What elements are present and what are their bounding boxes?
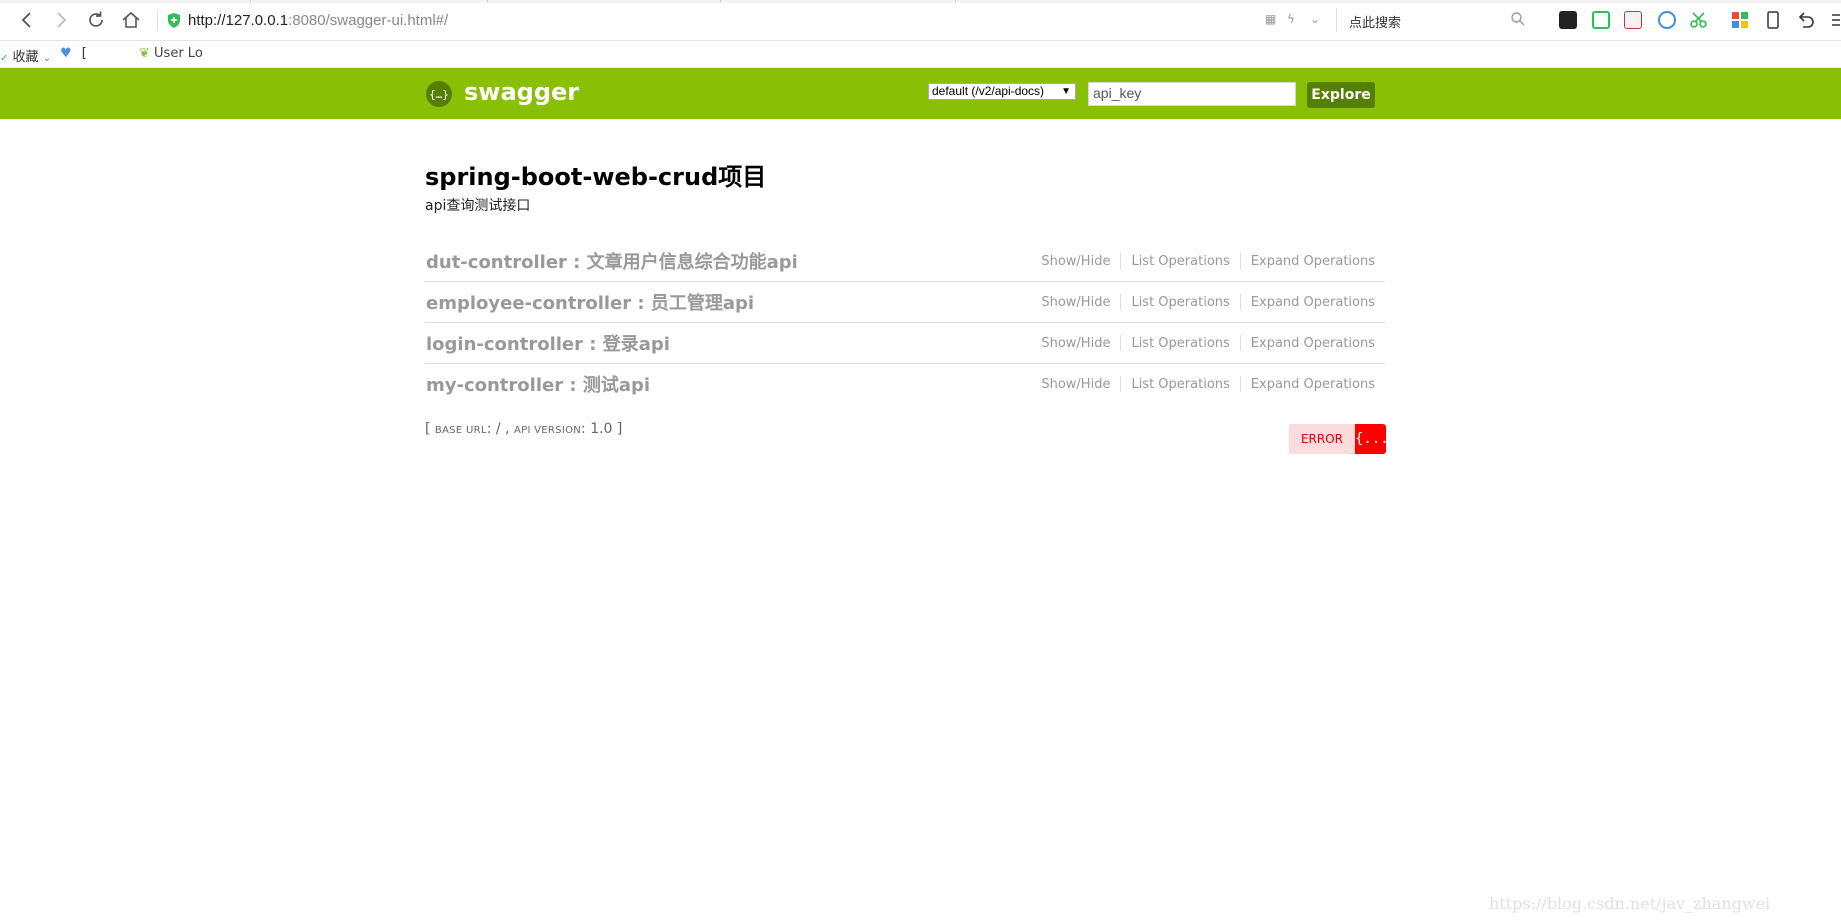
reload-button[interactable] — [85, 9, 107, 31]
api-info-footer: [ base url: / , api version: 1.0 ] — [425, 421, 622, 437]
chevron-down-icon[interactable]: ⌄ — [1310, 12, 1320, 26]
divider — [1239, 294, 1241, 310]
watermark: https://blog.csdn.net/jav_zhangwei — [1489, 894, 1771, 913]
swagger-header: {…} swagger default (/v2/api-docs) ▼ api… — [0, 68, 1841, 119]
expand-operations-link[interactable]: Expand Operations — [1251, 377, 1375, 392]
expand-operations-link[interactable]: Expand Operations — [1251, 254, 1375, 269]
base-url-label: base url — [434, 425, 487, 436]
bookmark-favorites[interactable]: ✓ 收藏 ⌄ — [0, 46, 51, 65]
show-hide-link[interactable]: Show/Hide — [1041, 377, 1110, 392]
home-icon — [122, 11, 140, 28]
base-url-value: : / , — [486, 421, 510, 437]
page-description: api查询测试接口 — [425, 198, 531, 214]
menu-icon[interactable] — [1828, 11, 1840, 29]
expand-operations-link[interactable]: Expand Operations — [1251, 295, 1375, 310]
search-icon[interactable] — [1510, 11, 1526, 27]
bookmark-label: User Lo — [154, 46, 203, 61]
api-version-label: api version — [513, 425, 582, 436]
footer-open-bracket: [ — [425, 421, 431, 437]
show-hide-link[interactable]: Show/Hide — [1041, 295, 1110, 310]
validator-badge[interactable]: ERROR {...} — [1289, 424, 1397, 454]
svg-text:{…}: {…} — [429, 88, 449, 101]
browser-toolbar: http://127.0.0.1:8080/swagger-ui.html#/ … — [0, 0, 1841, 41]
address-bar[interactable]: http://127.0.0.1:8080/swagger-ui.html#/ — [188, 12, 448, 29]
list-operations-link[interactable]: List Operations — [1131, 336, 1229, 351]
leaf-icon: ❦ — [139, 46, 150, 61]
scissors-icon[interactable] — [1690, 11, 1708, 29]
divider — [1239, 376, 1241, 392]
reload-icon — [89, 11, 103, 27]
browser-search-box[interactable]: 点此搜索 — [1336, 8, 1532, 32]
shield-icon — [168, 13, 180, 28]
divider — [1120, 294, 1122, 310]
back-arrow-icon — [21, 12, 31, 28]
list-operations-link[interactable]: List Operations — [1131, 295, 1229, 310]
list-operations-link[interactable]: List Operations — [1131, 377, 1229, 392]
undo-icon[interactable] — [1797, 11, 1815, 29]
api-version-value: : 1.0 — [581, 421, 613, 437]
url-host: http://127.0.0.1 — [188, 12, 289, 29]
resource-employee-controller: employee-controller : 员工管理api Show/Hide … — [425, 281, 1385, 323]
explore-button[interactable]: Explore — [1307, 82, 1375, 108]
tab-strip — [0, 0, 1841, 3]
show-hide-link[interactable]: Show/Hide — [1041, 336, 1110, 351]
book-icon[interactable] — [1592, 11, 1610, 29]
chevron-down-icon: ⌄ — [42, 53, 52, 64]
spec-select[interactable]: default (/v2/api-docs) ▼ — [928, 83, 1076, 100]
address-divider — [157, 10, 158, 31]
divider — [1239, 253, 1241, 269]
calendar-icon[interactable] — [1624, 11, 1642, 29]
divider — [1120, 335, 1122, 351]
braces-icon: {...} — [1355, 424, 1397, 454]
expand-operations-link[interactable]: Expand Operations — [1251, 336, 1375, 351]
bookmark-label: 收藏 — [12, 50, 39, 65]
footer-close-bracket: ] — [616, 421, 623, 437]
validator-error-label: ERROR — [1289, 424, 1355, 454]
show-hide-link[interactable]: Show/Hide — [1041, 254, 1110, 269]
bookmark-label: [ — [81, 46, 87, 61]
page-title: spring-boot-web-crud项目 — [425, 163, 767, 191]
spec-select-value: default (/v2/api-docs) — [932, 84, 1045, 98]
gamepad-icon[interactable] — [1559, 11, 1577, 29]
url-path: :8080/swagger-ui.html#/ — [288, 12, 449, 29]
divider — [1120, 253, 1122, 269]
bookmark-item[interactable]: ❦ User Lo — [139, 46, 203, 61]
resource-my-controller: my-controller : 测试api Show/Hide List Ope… — [425, 363, 1385, 404]
forward-arrow-icon — [57, 12, 67, 28]
star-icon: ✓ — [0, 53, 9, 64]
resource-dut-controller: dut-controller : 文章用户信息综合功能api Show/Hide… — [425, 240, 1385, 282]
back-button[interactable] — [15, 9, 37, 31]
swagger-brand[interactable]: swagger — [464, 78, 579, 106]
forward-button[interactable] — [51, 9, 73, 31]
minus-circle-icon[interactable] — [1658, 11, 1676, 29]
apps-grid-icon[interactable] — [1731, 11, 1749, 29]
resource-login-controller: login-controller : 登录api Show/Hide List … — [425, 322, 1385, 364]
phone-icon[interactable] — [1764, 11, 1782, 29]
heart-icon: ♥ — [60, 46, 72, 61]
resource-name[interactable]: dut-controller : 文章用户信息综合功能api — [426, 248, 798, 274]
lightning-icon[interactable]: ϟ — [1287, 12, 1295, 26]
dropdown-arrow-icon: ▼ — [1061, 86, 1071, 97]
bookmark-item[interactable]: ♥ [ — [60, 46, 87, 61]
api-key-input[interactable]: api_key — [1088, 82, 1296, 106]
list-operations-link[interactable]: List Operations — [1131, 254, 1229, 269]
swagger-logo-icon: {…} — [426, 81, 452, 107]
search-placeholder: 点此搜索 — [1349, 16, 1402, 31]
qr-code-icon[interactable]: ▦ — [1265, 12, 1276, 26]
resource-name[interactable]: login-controller : 登录api — [426, 330, 670, 356]
divider — [1239, 335, 1241, 351]
divider — [1120, 376, 1122, 392]
resource-name[interactable]: my-controller : 测试api — [426, 371, 650, 397]
home-button[interactable] — [120, 9, 142, 31]
bookmarks-bar: ✓ 收藏 ⌄ ♥ [ ❦ User Lo — [0, 41, 1841, 68]
resource-name[interactable]: employee-controller : 员工管理api — [426, 289, 754, 315]
